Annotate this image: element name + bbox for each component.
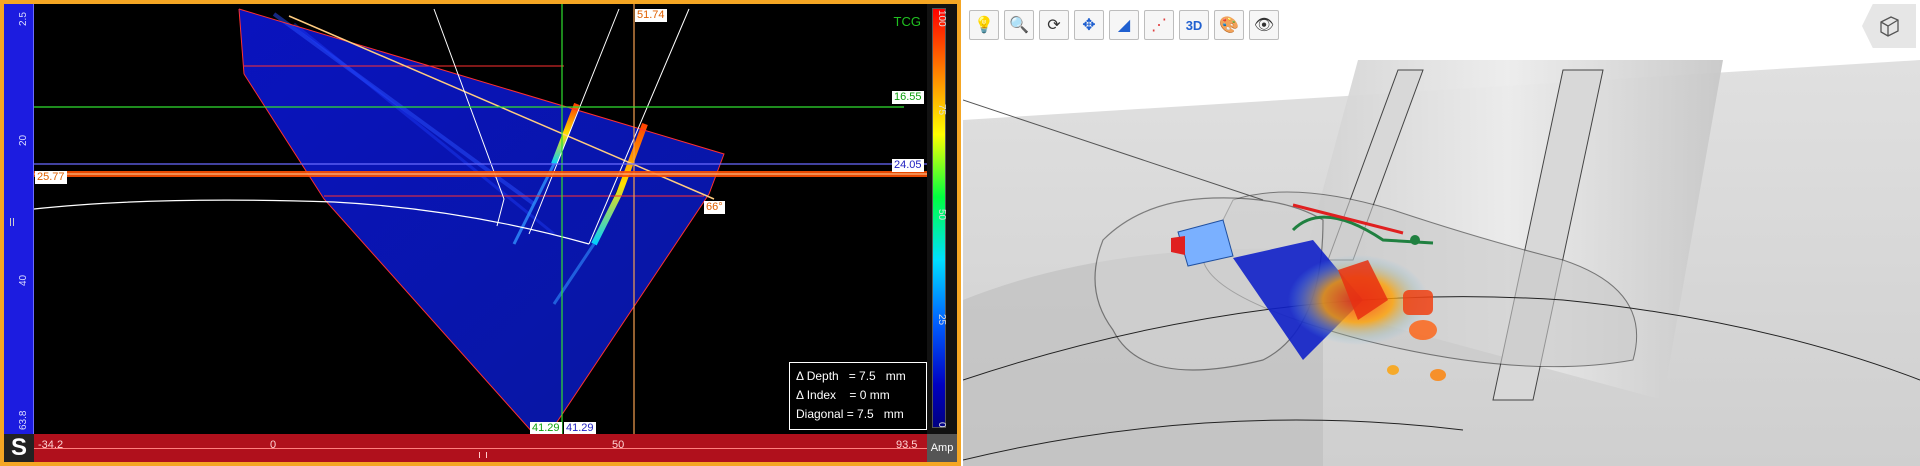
colorbar-tick: 100	[936, 10, 947, 27]
eye-icon[interactable]: 👁	[1249, 10, 1279, 40]
colorbar-tick: 75	[936, 104, 947, 116]
delta-index-readout: Δ Index = 0 mm	[796, 388, 890, 402]
hline-green-value: 16.55	[892, 91, 924, 104]
vruler-tick: 2.5	[18, 12, 29, 26]
beam-icon[interactable]: ⋰	[1144, 10, 1174, 40]
rotate-icon[interactable]: ⟳	[1039, 10, 1069, 40]
3d-icon[interactable]: 3D	[1179, 10, 1209, 40]
s-scan-badge[interactable]: S	[4, 434, 34, 462]
tcg-label: TCG	[893, 14, 921, 29]
3d-toolbar: 💡 🔍 ⟳ ✥ ◢ ⋰ 3D 🎨 👁	[969, 10, 1279, 40]
light-bulb-icon[interactable]: 💡	[969, 10, 999, 40]
vruler-tick: 40	[18, 274, 29, 286]
vruler-tick: 20	[18, 134, 29, 146]
hruler-tick: -34.2	[38, 439, 64, 451]
hruler-tick: 50	[612, 439, 625, 451]
hline-blue-value: 24.05	[892, 159, 924, 172]
colorbar-tick: 50	[936, 209, 947, 221]
vruler-handle[interactable]	[10, 218, 14, 226]
amp-label: Amp	[927, 434, 957, 462]
cursor-top-value: 51.74	[635, 9, 667, 22]
palette-icon[interactable]: 🎨	[1214, 10, 1244, 40]
hruler-handle[interactable]	[479, 452, 487, 458]
3d-view-panel[interactable]: 💡 🔍 ⟳ ✥ ◢ ⋰ 3D 🎨 👁	[963, 0, 1920, 466]
horizontal-ruler[interactable]: -34.2 0 50 93.5	[34, 434, 927, 462]
vertical-ruler[interactable]: 2.5 20 40 63.8	[4, 4, 34, 434]
measurement-box: Δ Depth = 7.5 mm Δ Index = 0 mm Diagonal…	[789, 362, 927, 430]
hruler-tick: 0	[270, 439, 277, 451]
angle-value: 66°	[704, 201, 725, 214]
amplitude-colorbar[interactable]: 100 75 50 25 0	[927, 4, 957, 434]
sscan-fan	[239, 9, 724, 434]
3d-icon-label: 3D	[1185, 17, 1203, 33]
probe-icon[interactable]: ◢	[1109, 10, 1139, 40]
cube-icon	[1880, 16, 1899, 37]
diagonal-readout: Diagonal = 7.5 mm	[796, 407, 904, 421]
view-cube-button[interactable]	[1862, 4, 1916, 48]
sscan-panel[interactable]: 2.5 20 40 63.8 TCG 51.74 16.55 24.05 25.…	[0, 0, 961, 466]
colorbar-tick: 0	[936, 422, 947, 428]
zoom-icon[interactable]: 🔍	[1004, 10, 1034, 40]
pan-icon[interactable]: ✥	[1074, 10, 1104, 40]
colorbar-tick: 25	[936, 314, 947, 326]
delta-depth-readout: Δ Depth = 7.5 mm	[796, 369, 906, 383]
vruler-tick: 63.8	[18, 410, 29, 430]
sscan-view[interactable]: 2.5 20 40 63.8 TCG 51.74 16.55 24.05 25.…	[4, 4, 957, 462]
hline-red-value: 25.77	[35, 171, 67, 184]
hruler-tick: 93.5	[896, 439, 918, 451]
3d-scene[interactable]	[963, 0, 1920, 466]
